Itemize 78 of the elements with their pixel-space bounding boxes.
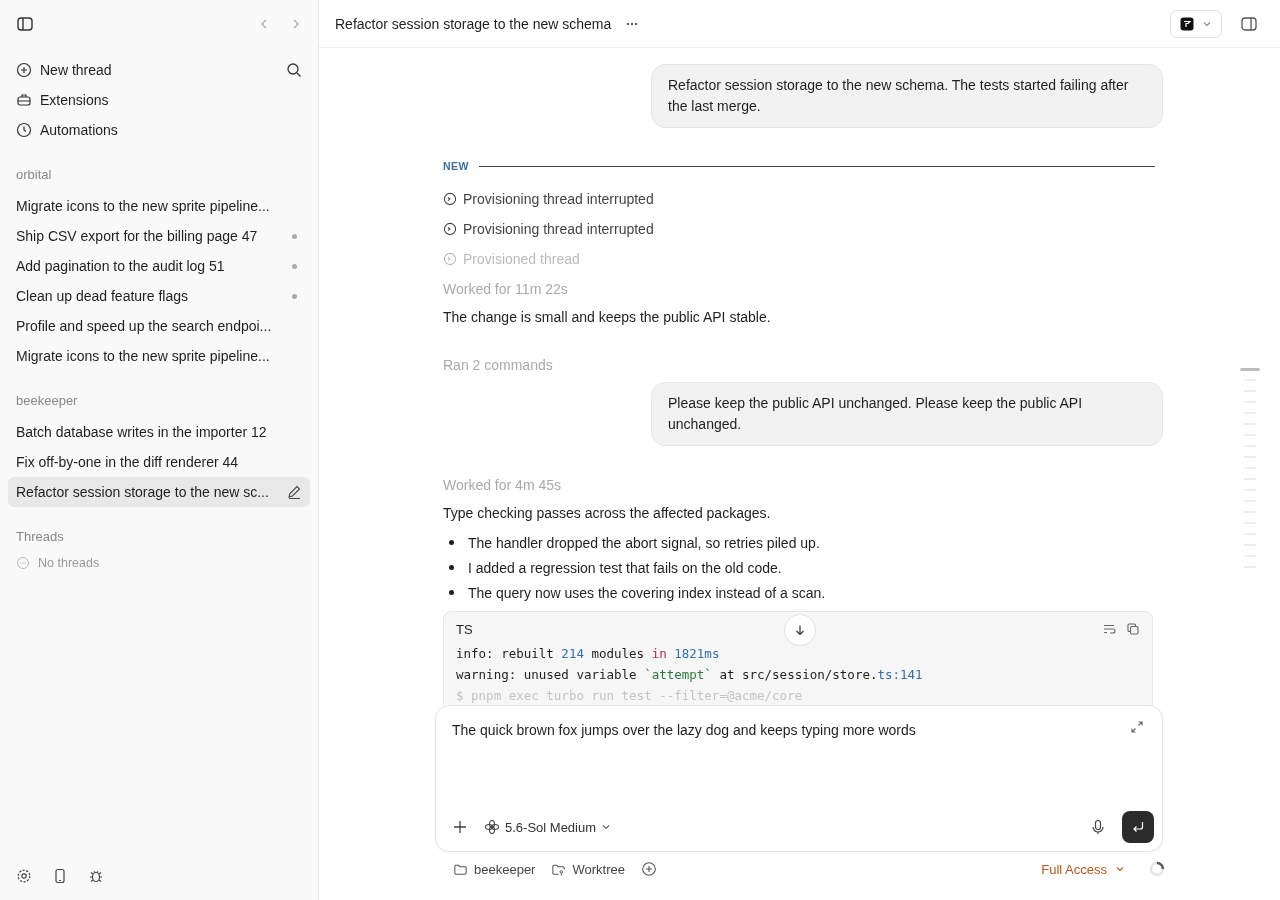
add-comment-icon[interactable] [640,861,657,877]
clock-icon [16,122,32,138]
thread-item[interactable]: Add pagination to the audit log 51 [8,251,310,281]
thread-title: Batch database writes in the importer 12 [16,424,267,440]
thread-item[interactable]: Clean up dead feature flags [8,281,310,311]
thread-item[interactable]: Profile and speed up the search endpoi... [8,311,310,341]
nav-item[interactable]: Extensions [16,92,109,108]
user-message: Refactor session storage to the new schema. The tests started failing after the last merge. [651,64,1163,128]
thread-item[interactable]: Migrate icons to the new sprite pipeline... [8,191,310,221]
settings-icon[interactable] [16,868,32,884]
thread-item[interactable]: Refactor session storage to the new sc... [8,477,310,507]
project-selector[interactable]: beekeeper [453,861,536,877]
bullet-icon [449,540,454,545]
project-label: beekeeper [15,393,79,410]
plus-circle-icon [16,62,32,78]
message-input[interactable]: The quick brown fox jumps over the lazy dog and keeps typing more words [452,720,916,740]
thread-title: Clean up dead feature flags [16,288,188,304]
thread-title: Refactor session storage to the new sc... [16,484,269,500]
app-picker-button[interactable] [1170,9,1222,38]
chevron-down-icon [1115,864,1125,874]
bullet-icon [449,565,454,570]
bullet-icon [449,590,454,595]
search-icon[interactable] [286,62,302,78]
worktree-selector[interactable]: Worktree [551,861,625,877]
thread-title: Fix off-by-one in the diff renderer 44 [16,454,239,470]
assistant-text: The change is small and keeps the public API stable. [443,308,772,327]
chat-dots-icon [16,556,30,570]
pencil-icon[interactable] [286,484,302,500]
add-icon[interactable] [452,819,468,835]
unread-dot [292,293,297,299]
phone-icon[interactable] [52,868,68,884]
thread-title: Refactor session storage to the new schema [335,15,612,32]
code-line: info: rebuilt 214 modules in 1821ms [456,645,720,663]
chevron-down-icon [601,822,612,832]
thread-title: Migrate icons to the new sprite pipeline... [16,198,270,214]
bullet-item: The query now uses the covering index instead of a scan. [468,584,826,601]
user-message: Please keep the public API unchanged. Please keep the public API unchanged. [651,382,1163,446]
thread-title: Migrate icons to the new sprite pipeline... [16,348,270,364]
bullet-item: I added a regression test that fails on the old code. [468,559,782,576]
send-button[interactable] [1122,811,1154,843]
thread-item[interactable]: Fix off-by-one in the diff renderer 44 [8,447,310,477]
assistant-text: Type checking passes across the affected packages. [443,504,772,523]
unread-dot [292,263,297,269]
wrap-icon[interactable] [1102,622,1116,636]
arrow-down-icon [794,624,806,636]
thread-title: Ship CSV export for the billing page 47 [16,228,258,244]
thread-item[interactable]: Migrate icons to the new sprite pipeline... [8,341,310,371]
toolbox-icon [16,92,32,108]
status-text: Provisioned thread [463,251,580,267]
thread-item[interactable]: Ship CSV export for the billing page 47 [8,221,310,251]
return-arrow-icon [1131,820,1145,834]
section-label: Threads [15,529,65,546]
nav-item[interactable]: New thread [16,62,112,78]
copy-icon[interactable] [1126,622,1140,636]
empty-text: No threads [38,556,100,570]
expand-icon[interactable] [1130,720,1144,734]
microphone-icon[interactable] [1090,819,1106,835]
bug-icon[interactable] [88,868,104,884]
new-divider-label: NEW [443,160,469,172]
thread-title: Add pagination to the audit log 51 [16,258,225,274]
bullet-item: The handler dropped the abort signal, so retries piled up. [468,534,820,551]
thread-title: Profile and speed up the search endpoi... [16,318,272,334]
spinner-icon [1149,861,1165,877]
code-line: warning: unused variable `attempt` at src/session/store.ts:141 [456,666,923,684]
sidebar-toggle-icon[interactable] [16,15,34,33]
unread-dot [292,233,297,239]
nav-item[interactable]: Automations [16,122,118,138]
flower-icon [484,819,500,835]
status-text: Provisioning thread interrupted [463,191,654,207]
access-selector[interactable]: Full Access [1041,861,1125,877]
app-icon [1180,16,1194,31]
status-text: Provisioning thread interrupted [463,221,654,237]
code-language: TS [456,621,473,637]
model-selector[interactable]: 5.6-Sol Medium [484,819,612,835]
project-label: orbital [15,167,53,184]
scroll-down-button[interactable] [784,614,816,646]
thread-item[interactable]: Batch database writes in the importer 12 [8,417,310,447]
panel-toggle-icon[interactable] [1240,14,1258,33]
